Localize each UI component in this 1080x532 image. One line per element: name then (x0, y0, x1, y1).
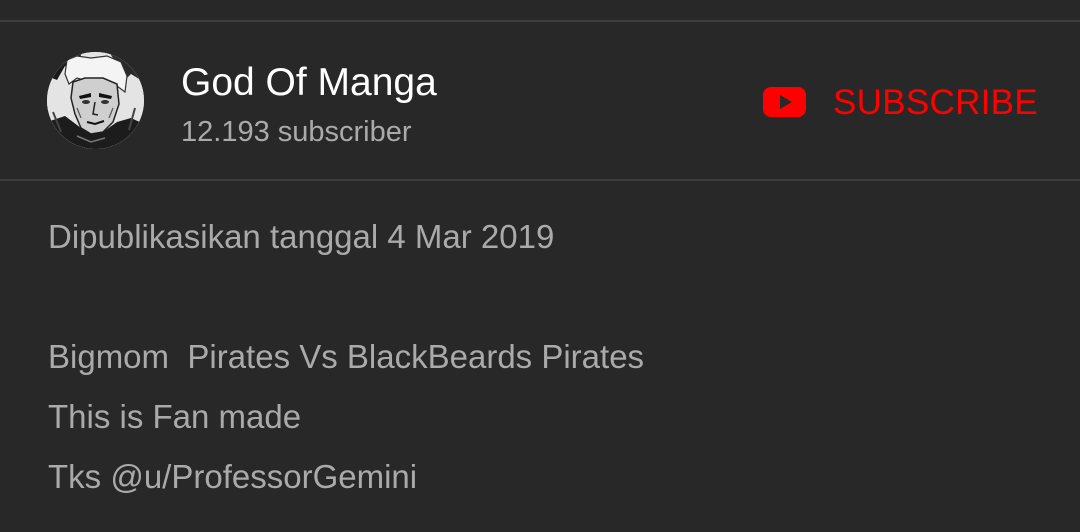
youtube-play-icon (763, 87, 806, 117)
description-line: Tks @u/ProfessorGemini (48, 458, 418, 495)
channel-name[interactable]: God Of Manga (181, 60, 437, 106)
channel-header: God Of Manga 12.193 subscriber SUBSCRIBE (0, 22, 1080, 179)
channel-avatar[interactable] (47, 52, 144, 149)
subscriber-count: 12.193 subscriber (181, 116, 412, 148)
section-divider (0, 179, 1080, 181)
subscribe-button[interactable]: SUBSCRIBE (754, 78, 1054, 128)
manga-character-avatar-icon (47, 52, 144, 149)
description-line: Bigmom Pirates Vs BlackBeards Pirates (48, 338, 645, 375)
subscribe-label: SUBSCRIBE (833, 83, 1038, 122)
description-line: This is Fan made (48, 398, 302, 435)
publish-date: Dipublikasikan tanggal 4 Mar 2019 (48, 218, 555, 255)
